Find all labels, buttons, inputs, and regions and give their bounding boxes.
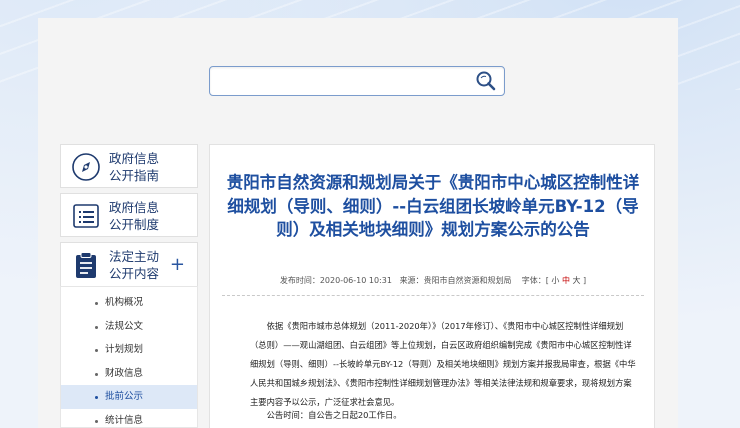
article-paragraph: 依据《贵阳市城市总体规划（2011-2020年）》（2017年修订）、《贵阳市中… <box>250 321 636 407</box>
expand-icon[interactable]: + <box>170 254 185 275</box>
sub-nav-list: 机构概况 法规公文 计划规划 财政信息 批前公示 统计信息 <box>60 286 198 428</box>
search-input[interactable] <box>216 71 466 91</box>
search-box[interactable] <box>209 66 505 96</box>
search-button[interactable] <box>472 69 500 93</box>
sub-nav-item[interactable]: 法规公文 <box>61 315 197 339</box>
sub-nav-item[interactable]: 计划规划 <box>61 338 197 362</box>
sub-nav-item[interactable]: 统计信息 <box>61 409 197 428</box>
sub-nav-item[interactable]: 财政信息 <box>61 362 197 386</box>
sidebar-item-label: 法定主动 公开内容 <box>109 249 160 281</box>
article: 贵阳市自然资源和规划局关于《贵阳市中心城区控制性详细规划（导则、细则）--白云组… <box>209 144 655 428</box>
sidebar-item-system[interactable]: 政府信息 公开制度 <box>60 193 198 237</box>
source: 贵阳市自然资源和规划局 <box>423 276 512 285</box>
publish-time-label: 发布时间： <box>279 276 320 285</box>
font-medium-button[interactable]: 中 <box>562 276 570 285</box>
article-meta: 发布时间：2020-06-10 10:31 来源：贵阳市自然资源和规划局 字体：… <box>226 275 640 286</box>
search-icon <box>476 71 496 91</box>
divider <box>222 295 644 296</box>
clipboard-icon <box>76 252 96 278</box>
notice-time: 公告时间：自公告之日起20工作日。 <box>266 410 402 420</box>
publish-time: 2020-06-10 10:31 <box>319 276 392 285</box>
sub-nav-item[interactable]: 机构概况 <box>61 291 197 315</box>
article-title: 贵阳市自然资源和规划局关于《贵阳市中心城区控制性详细规划（导则、细则）--白云组… <box>226 173 640 239</box>
sidebar-item-active-content[interactable]: 法定主动 公开内容 + <box>60 242 198 290</box>
sidebar-item-label: 政府信息 公开制度 <box>109 200 160 232</box>
font-size-label: 字体：[ <box>521 276 549 285</box>
source-label: 来源： <box>399 276 424 285</box>
font-large-button[interactable]: 大 <box>573 276 581 285</box>
list-icon <box>73 204 99 228</box>
sidebar-item-guide[interactable]: 政府信息 公开指南 <box>60 144 198 188</box>
sidebar-item-label: 政府信息 公开指南 <box>109 151 160 183</box>
compass-icon <box>72 153 100 181</box>
font-small-button[interactable]: 小 <box>551 276 559 285</box>
sidebar: 政府信息 公开指南 政府信息 公开制度 法定主动 公开内容 + <box>60 144 198 295</box>
font-size-close: ] <box>583 276 587 285</box>
sub-nav-item-active[interactable]: 批前公示 <box>61 385 197 409</box>
